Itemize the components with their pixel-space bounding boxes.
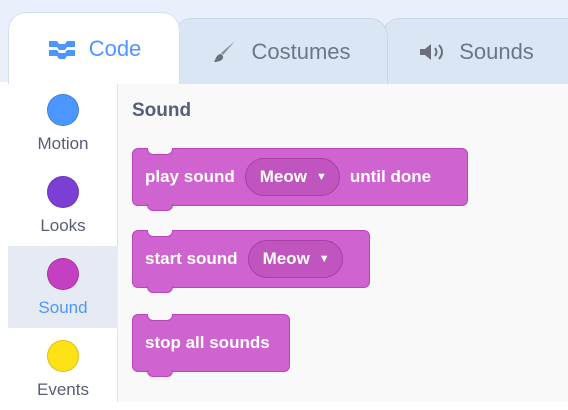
tab-code[interactable]: Code (8, 12, 180, 84)
category-looks-label: Looks (40, 216, 86, 235)
sound-dropdown-value: Meow (259, 167, 307, 186)
speaker-icon (417, 41, 447, 63)
motion-category-icon (47, 94, 79, 126)
tab-sounds-label: Sounds (459, 38, 534, 64)
tab-code-label: Code (88, 35, 142, 61)
tab-bar: Code Costumes Sounds (0, 0, 568, 84)
tab-sounds[interactable]: Sounds (382, 18, 568, 84)
sound-dropdown[interactable]: Meow ▼ (244, 158, 340, 196)
block-palette: Sound play sound Meow ▼ until done start… (118, 82, 568, 402)
category-events[interactable]: Events (8, 328, 118, 410)
tab-costumes[interactable]: Costumes (174, 18, 388, 84)
block-text: start sound (145, 249, 238, 268)
palette-section-title: Sound (132, 100, 192, 121)
category-sound[interactable]: Sound (8, 246, 118, 328)
block-text: play sound (145, 167, 235, 186)
category-events-label: Events (37, 380, 89, 399)
sound-dropdown[interactable]: Meow ▼ (247, 240, 343, 278)
tab-costumes-label: Costumes (251, 38, 351, 64)
start-sound-block[interactable]: start sound Meow ▼ (132, 230, 370, 293)
category-looks[interactable]: Looks (8, 164, 118, 246)
brush-icon (211, 38, 239, 66)
category-sidebar: Motion Looks Sound Events (8, 82, 118, 402)
looks-category-icon (47, 176, 79, 208)
stop-all-sounds-block[interactable]: stop all sounds (132, 314, 290, 377)
code-icon (47, 38, 77, 60)
block-text: stop all sounds (145, 333, 270, 352)
play-sound-until-done-block[interactable]: play sound Meow ▼ until done (132, 148, 468, 211)
category-motion-label: Motion (37, 134, 89, 153)
category-sound-label: Sound (38, 298, 88, 317)
scratch-editor: Code Costumes Sounds Motion Looks Sound … (0, 0, 568, 402)
events-category-icon (47, 340, 79, 372)
category-motion[interactable]: Motion (8, 82, 118, 164)
caret-down-icon: ▼ (315, 171, 327, 183)
caret-down-icon: ▼ (318, 253, 330, 265)
sound-dropdown-value: Meow (262, 249, 310, 268)
block-text: until done (349, 167, 432, 186)
sound-category-icon (47, 258, 79, 290)
